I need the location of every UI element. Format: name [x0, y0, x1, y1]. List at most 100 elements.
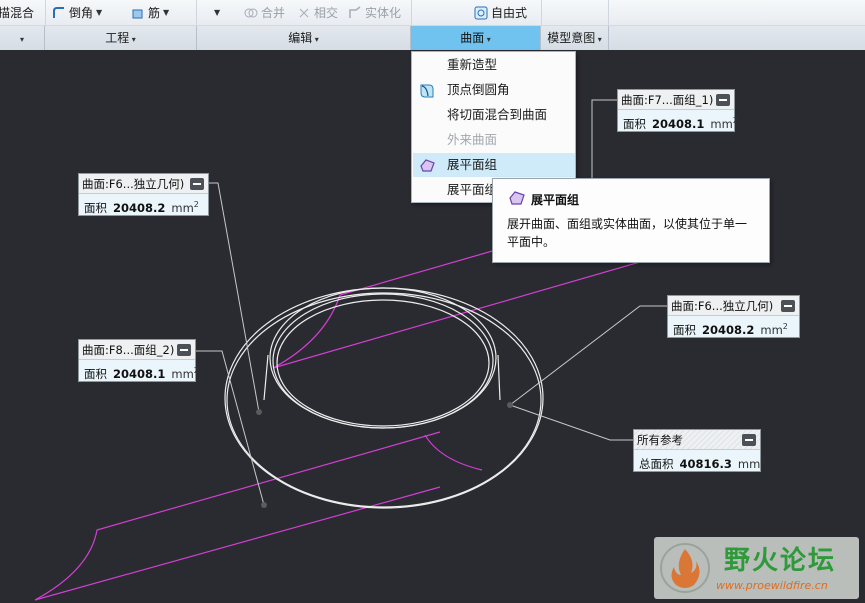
- area-annotation-f6-left[interactable]: 曲面:F6...独立几何) 面积 20408.2 mm2: [78, 173, 209, 216]
- annotation-value-row: 总面积 40816.3 mm2: [634, 450, 765, 471]
- flatten-quilt-tooltip: 展平面组 展开曲面、面组或实体曲面，以使其位于单一平面中。: [492, 178, 770, 263]
- annotation-unit-text: mm: [737, 456, 761, 471]
- annotation-title: 曲面:F8...面组_2): [79, 340, 195, 360]
- collapse-icon[interactable]: [742, 434, 756, 446]
- edit-more-dropdown[interactable]: ▼: [214, 3, 220, 23]
- group-model-intent-label: 模型意图: [547, 31, 596, 45]
- chevron-down-icon[interactable]: ▼: [163, 3, 169, 23]
- merge-button[interactable]: 合并: [244, 3, 285, 23]
- menu-item-flatten-quilt[interactable]: 展平面组: [413, 153, 575, 177]
- rib-button[interactable]: 筋 ▼: [131, 3, 169, 23]
- chevron-down-icon: ▾: [129, 35, 136, 44]
- annotation-unit: mm2: [710, 116, 738, 131]
- annotation-value: 40816.3: [679, 456, 732, 471]
- solidify-label: 实体化: [365, 6, 402, 20]
- round-icon: [53, 7, 64, 18]
- annotation-label: 面积: [84, 200, 107, 215]
- leader-anchors: [256, 402, 513, 508]
- collapse-icon[interactable]: [190, 178, 204, 190]
- collapse-icon[interactable]: [177, 344, 191, 356]
- group-editing[interactable]: 编辑 ▾: [197, 26, 411, 50]
- menu-item-label: 外来曲面: [447, 132, 498, 147]
- chevron-down-icon: ▾: [484, 35, 491, 44]
- menu-item-restyle[interactable]: 重新造型: [413, 53, 575, 77]
- menu-item-vertex-round[interactable]: 顶点倒圆角: [413, 78, 575, 102]
- rib-label: 筋: [148, 6, 161, 20]
- annotation-title-text: 曲面:F8...面组_2): [82, 343, 175, 357]
- group-surfaces[interactable]: 曲面 ▾: [411, 26, 541, 50]
- menu-item-tangent-blend[interactable]: 将切面混合到曲面: [413, 103, 575, 127]
- unit-power: 2: [193, 200, 199, 209]
- unit-power: 2: [732, 116, 738, 125]
- ribbon-command-row: 描混合 倒角 ▼ 筋 ▼ ▼ 合并 相交 实体化 自由式: [0, 0, 865, 26]
- annotation-unit-text: mm: [710, 116, 733, 131]
- intersect-icon: [299, 8, 309, 18]
- ribbon-separator: [196, 0, 197, 26]
- annotation-title: 曲面:F6...独立几何): [79, 174, 208, 194]
- flatten-quilt-icon: [509, 191, 525, 205]
- ribbon: 描混合 倒角 ▼ 筋 ▼ ▼ 合并 相交 实体化 自由式 ▾ 工程 ▾ 编辑 ▾…: [0, 0, 865, 50]
- chevron-down-icon[interactable]: ▼: [96, 3, 102, 23]
- annotation-title-text: 所有参考: [637, 433, 683, 447]
- merge-icon: [244, 8, 258, 18]
- annotation-label: 面积: [84, 366, 107, 381]
- solidify-button[interactable]: 实体化: [348, 3, 401, 23]
- area-annotation-f6-right[interactable]: 曲面:F6...独立几何) 面积 20408.2 mm2: [667, 295, 800, 338]
- intersect-button[interactable]: 相交: [297, 3, 338, 23]
- annotation-unit: mm2: [737, 456, 766, 471]
- annotation-value-row: 面积 20408.1 mm2: [79, 360, 199, 381]
- freestyle-button[interactable]: 自由式: [474, 3, 527, 23]
- area-annotation-f7[interactable]: 曲面:F7...面组_1) 面积 20408.1 mm2: [617, 89, 738, 132]
- chevron-down-icon[interactable]: ▼: [214, 3, 220, 23]
- group-editing-label: 编辑: [288, 31, 313, 45]
- annotation-title: 曲面:F6...独立几何): [668, 296, 799, 316]
- flame-logo-icon: [660, 543, 710, 593]
- sweep-blend-button[interactable]: 描混合: [0, 3, 34, 23]
- annotation-title: 所有参考: [634, 430, 760, 450]
- ribbon-group-row: ▾ 工程 ▾ 编辑 ▾ 曲面 ▾ 模型意图 ▾: [0, 26, 865, 50]
- tooltip-description: 展开曲面、面组或实体曲面，以使其位于单一平面中。: [507, 217, 748, 249]
- annotation-title: 曲面:F7...面组_1): [618, 90, 734, 110]
- rib-icon: [132, 9, 143, 19]
- watermark-url: www.proewildfire.cn: [716, 579, 828, 592]
- forum-watermark: 野火论坛 www.proewildfire.cn: [654, 537, 859, 599]
- menu-item-label: 重新造型: [447, 57, 498, 72]
- chevron-down-icon: ▾: [595, 35, 602, 44]
- annotation-value-row: 面积 20408.2 mm2: [79, 194, 208, 215]
- annotation-unit: mm2: [171, 200, 199, 215]
- round-button[interactable]: 倒角 ▼: [52, 3, 102, 23]
- ribbon-separator: [608, 0, 609, 26]
- group-left-overflow[interactable]: ▾: [0, 26, 45, 50]
- annotation-unit-text: mm: [171, 366, 194, 381]
- collapse-icon[interactable]: [781, 300, 795, 312]
- group-engineering[interactable]: 工程 ▾: [45, 26, 197, 50]
- annotation-value: 20408.2: [702, 322, 755, 337]
- sweep-blend-label: 描混合: [0, 6, 35, 20]
- flatten-quilt-icon: [420, 159, 435, 172]
- total-area-annotation[interactable]: 所有参考 总面积 40816.3 mm2: [633, 429, 765, 472]
- annotation-label: 面积: [623, 116, 646, 131]
- annotation-value: 20408.1: [113, 366, 166, 381]
- chevron-down-icon: ▾: [312, 35, 319, 44]
- menu-item-label: 顶点倒圆角: [447, 82, 510, 97]
- unit-power: 2: [193, 366, 199, 375]
- menu-item-label: 展平面组: [447, 157, 498, 172]
- group-model-intent[interactable]: 模型意图 ▾: [541, 26, 609, 50]
- group-surfaces-label: 曲面: [460, 31, 485, 45]
- ribbon-separator: [541, 0, 542, 26]
- tooltip-title: 展平面组: [531, 193, 580, 207]
- annotation-label: 总面积: [639, 456, 674, 471]
- intersect-label: 相交: [314, 6, 339, 20]
- annotation-unit-text: mm: [760, 322, 783, 337]
- merge-label: 合并: [261, 6, 286, 20]
- annotation-unit: mm2: [171, 366, 199, 381]
- solidify-icon: [349, 6, 361, 18]
- watermark-title: 野火论坛: [724, 546, 837, 576]
- annotation-unit: mm2: [760, 322, 788, 337]
- menu-item-foreign-surface[interactable]: 外来曲面: [413, 128, 575, 152]
- ribbon-separator: [411, 0, 412, 26]
- collapse-icon[interactable]: [716, 94, 730, 106]
- menu-item-label: 将切面混合到曲面: [447, 107, 548, 122]
- area-annotation-f8[interactable]: 曲面:F8...面组_2) 面积 20408.1 mm2: [78, 339, 199, 382]
- annotation-value: 20408.2: [113, 200, 166, 215]
